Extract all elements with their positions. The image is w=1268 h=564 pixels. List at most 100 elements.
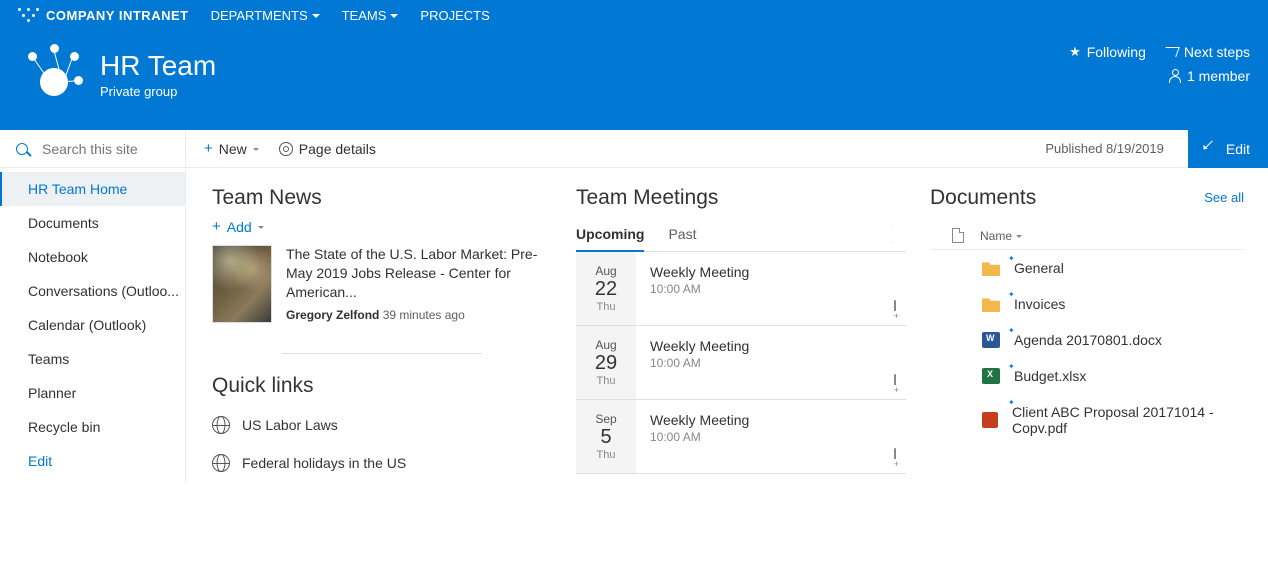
new-button[interactable]: + New <box>204 140 259 157</box>
new-indicator-icon: ✦ <box>1008 362 1015 371</box>
document-name: Invoices <box>1014 296 1065 312</box>
meeting-date: Aug29Thu <box>576 326 636 399</box>
layout: HR Team Home Documents Notebook Conversa… <box>0 168 1268 482</box>
nav-departments[interactable]: DEPARTMENTS <box>211 8 320 23</box>
pdf-icon <box>982 412 998 428</box>
name-column[interactable]: Name <box>980 229 1022 243</box>
news-item[interactable]: The State of the U.S. Labor Market: Pre-… <box>212 245 552 323</box>
meeting-time: 10:00 AM <box>650 282 892 296</box>
meetings-tabs: Upcoming Past <box>576 218 906 252</box>
chevron-down-icon <box>312 14 320 22</box>
globe-icon <box>212 416 230 434</box>
document-row[interactable]: ✦Invoices <box>930 286 1244 322</box>
tab-past[interactable]: Past <box>668 218 696 251</box>
chevron-down-icon <box>1016 235 1022 241</box>
folder-icon <box>982 260 1000 276</box>
next-steps-icon <box>1162 47 1180 57</box>
gear-icon <box>279 142 293 156</box>
sidebar-item-documents[interactable]: Documents <box>0 206 185 240</box>
search-box[interactable] <box>0 130 186 168</box>
see-all-link[interactable]: See all <box>1204 190 1244 205</box>
meeting-item[interactable]: Aug22Thu Weekly Meeting 10:00 AM <box>576 252 906 326</box>
docx-icon <box>982 332 1000 348</box>
meeting-item[interactable]: Sep5ThuWeekly Meeting10:00 AM <box>576 400 906 474</box>
plus-icon: + <box>204 140 213 157</box>
plus-icon: + <box>212 218 221 235</box>
chevron-down-icon <box>253 148 259 154</box>
company-name: COMPANY INTRANET <box>46 8 189 23</box>
document-name: Agenda 20170801.docx <box>1014 332 1162 348</box>
add-news-button[interactable]: + Add <box>212 218 552 235</box>
folder-icon <box>982 296 1000 312</box>
new-indicator-icon: ✦ <box>1008 290 1015 299</box>
new-indicator-icon: ✦ <box>1008 326 1015 335</box>
star-icon: ★ <box>1069 44 1081 60</box>
divider <box>282 353 482 354</box>
calendar-add-icon <box>894 300 896 318</box>
add-to-calendar-button[interactable] <box>894 375 896 391</box>
globe-icon <box>212 454 230 472</box>
following-button[interactable]: ★Following <box>1069 44 1146 60</box>
person-icon <box>1169 70 1181 82</box>
quick-links-heading: Quick links <box>212 374 552 398</box>
calendar-add-icon <box>894 374 896 392</box>
chevron-down-icon <box>390 14 398 22</box>
sidebar-item-conversations[interactable]: Conversations (Outloo... <box>0 274 185 308</box>
hero: HR Team Private group ★Following Next st… <box>0 30 1268 130</box>
documents-header: Name <box>930 218 1244 250</box>
calendar-add-icon <box>894 448 896 466</box>
document-row[interactable]: ✦Budget.xlsx <box>930 358 1244 394</box>
page-details-button[interactable]: Page details <box>279 141 376 157</box>
refresh-icon <box>890 225 892 243</box>
add-to-calendar-button[interactable] <box>894 449 896 465</box>
meeting-title: Weekly Meeting <box>650 338 892 354</box>
sidebar-item-recycle[interactable]: Recycle bin <box>0 410 185 444</box>
meeting-time: 10:00 AM <box>650 430 892 444</box>
document-name: Client ABC Proposal 20171014 - Copv.pdf <box>1012 404 1244 436</box>
published-date: Published 8/19/2019 <box>1045 141 1174 156</box>
waffle-icon <box>18 8 40 22</box>
meeting-item[interactable]: Aug29Thu Weekly Meeting 10:00 AM <box>576 326 906 400</box>
logo[interactable]: COMPANY INTRANET <box>18 8 189 23</box>
add-to-calendar-button[interactable] <box>894 301 896 317</box>
documents-heading: Documents <box>930 186 1244 210</box>
sidebar-item-home[interactable]: HR Team Home <box>0 172 185 206</box>
tab-upcoming[interactable]: Upcoming <box>576 218 644 252</box>
sidebar-edit-link[interactable]: Edit <box>0 444 185 478</box>
meeting-date: Sep5Thu <box>576 400 636 473</box>
sidebar-item-calendar[interactable]: Calendar (Outlook) <box>0 308 185 342</box>
quick-link-item[interactable]: Federal holidays in the US <box>212 444 552 482</box>
command-bar: + New Page details Published 8/19/2019 E… <box>0 130 1268 168</box>
quick-link-item[interactable]: US Labor Laws <box>212 406 552 444</box>
meeting-title: Weekly Meeting <box>650 264 892 280</box>
members-link[interactable]: 1 member <box>1169 68 1250 84</box>
pencil-icon <box>1203 140 1220 157</box>
document-name: General <box>1014 260 1064 276</box>
hero-actions: ★Following Next steps 1 member <box>1069 44 1250 92</box>
meeting-time: 10:00 AM <box>650 356 892 370</box>
sidebar-item-notebook[interactable]: Notebook <box>0 240 185 274</box>
file-icon <box>952 228 964 243</box>
refresh-button[interactable] <box>890 226 892 242</box>
page-title: HR Team <box>100 50 216 82</box>
meeting-date: Aug22Thu <box>576 252 636 325</box>
top-nav: COMPANY INTRANET DEPARTMENTS TEAMS PROJE… <box>0 0 1268 30</box>
team-meetings-heading: Team Meetings <box>576 186 906 210</box>
xlsx-icon <box>982 368 1000 384</box>
sidebar-item-planner[interactable]: Planner <box>0 376 185 410</box>
document-row[interactable]: ✦General <box>930 250 1244 286</box>
nav-teams[interactable]: TEAMS <box>342 8 399 23</box>
group-privacy: Private group <box>100 84 216 99</box>
search-input[interactable] <box>40 140 160 158</box>
document-row[interactable]: ✦Client ABC Proposal 20171014 - Copv.pdf <box>930 394 1244 446</box>
edit-button[interactable]: Edit <box>1188 130 1268 168</box>
document-row[interactable]: ✦Agenda 20170801.docx <box>930 322 1244 358</box>
chevron-down-icon <box>258 226 264 232</box>
search-icon <box>16 143 28 155</box>
nav-projects[interactable]: PROJECTS <box>420 8 489 23</box>
sidebar: HR Team Home Documents Notebook Conversa… <box>0 168 186 482</box>
next-steps-button[interactable]: Next steps <box>1164 44 1250 60</box>
news-meta: Gregory Zelfond 39 minutes ago <box>286 308 552 322</box>
sidebar-item-teams[interactable]: Teams <box>0 342 185 376</box>
new-indicator-icon: ✦ <box>1008 398 1015 407</box>
